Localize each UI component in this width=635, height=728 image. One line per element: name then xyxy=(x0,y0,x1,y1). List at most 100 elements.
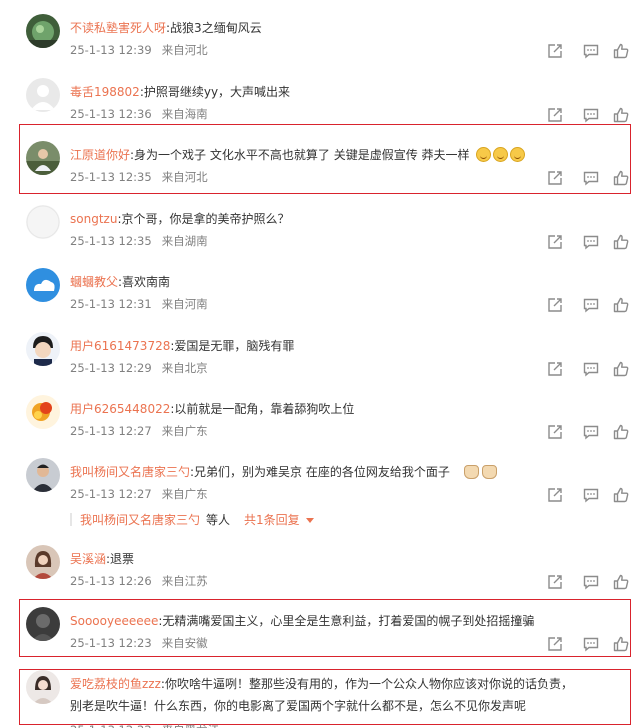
comment-text-continued: 别老是吹牛逼！什么东西，你的电影离了爱国两个字就什么都不是，怎么不见你发声呢 xyxy=(70,699,527,713)
share-icon[interactable] xyxy=(546,233,564,251)
reply-divider xyxy=(70,513,72,526)
like-icon[interactable] xyxy=(612,423,630,441)
avatar[interactable] xyxy=(26,458,60,492)
comment-username[interactable]: 不读私塾害死人呀 xyxy=(70,21,166,35)
comment-source: 来自广东 xyxy=(161,487,208,501)
reply-summary[interactable]: 我叫杨间又名唐家三勺 等人 共1条回复 xyxy=(70,512,314,528)
comment-text: :喜欢南南 xyxy=(118,275,171,289)
like-icon[interactable] xyxy=(612,106,630,124)
like-icon[interactable] xyxy=(612,169,630,187)
laugh-emoji-icon xyxy=(509,147,525,162)
comment-meta: 25-1-13 12:23 来自安徽 xyxy=(70,636,208,651)
comment-line: 江原道你好:身为一个戏子 文化水平不高也就算了 关键是虚假宣传 莽夫一样 xyxy=(70,147,525,163)
reply-username[interactable]: 我叫杨间又名唐家三勺 xyxy=(80,513,200,527)
comment-icon[interactable] xyxy=(582,486,600,504)
comment-icon[interactable] xyxy=(582,296,600,314)
comment-username[interactable]: 毒舌198802 xyxy=(70,85,140,99)
avatar[interactable] xyxy=(26,545,60,579)
laugh-emoji-icon xyxy=(475,147,491,162)
comment-actions xyxy=(546,635,630,653)
avatar[interactable] xyxy=(26,205,60,239)
comment-source: 来自海南 xyxy=(161,107,208,121)
comment-source: 来自安徽 xyxy=(161,636,208,650)
like-icon[interactable] xyxy=(612,360,630,378)
cat-emoji-icon xyxy=(481,465,497,479)
share-icon[interactable] xyxy=(546,42,564,60)
laugh-emoji-icon xyxy=(492,147,508,162)
chevron-down-icon[interactable] xyxy=(305,518,314,523)
share-icon[interactable] xyxy=(546,169,564,187)
comment-icon[interactable] xyxy=(582,573,600,591)
comment-icon[interactable] xyxy=(582,106,600,124)
share-icon[interactable] xyxy=(546,635,564,653)
comment-actions xyxy=(546,573,630,591)
comment-actions xyxy=(546,42,630,60)
comment-line: 我叫杨间又名唐家三勺:兄弟们，别为难吴京 在座的各位网友给我个面子 xyxy=(70,464,497,480)
comment-icon[interactable] xyxy=(582,42,600,60)
comment-username[interactable]: 蟈蟈教父 xyxy=(70,275,118,289)
avatar[interactable] xyxy=(26,395,60,429)
comment-username[interactable]: 我叫杨间又名唐家三勺 xyxy=(70,465,190,479)
comment-line: 不读私塾害死人呀:战狼3之缅甸风云 xyxy=(70,20,262,36)
cat-emoji-icon xyxy=(463,465,479,479)
comment-icon[interactable] xyxy=(582,423,600,441)
comment-actions xyxy=(546,233,630,251)
avatar[interactable] xyxy=(26,268,60,302)
comment-meta: 25-1-13 12:27 来自广东 xyxy=(70,424,208,439)
comment-text: :护照哥继续yy，大声喊出来 xyxy=(139,85,291,99)
comment-source: 来自湖南 xyxy=(161,234,208,248)
share-icon[interactable] xyxy=(546,486,564,504)
like-icon[interactable] xyxy=(612,635,630,653)
comment-username[interactable]: 用户6161473728 xyxy=(70,339,170,353)
reply-count-link[interactable]: 共1条回复 xyxy=(244,513,300,527)
like-icon[interactable] xyxy=(612,233,630,251)
comment-username[interactable]: songtzu xyxy=(70,212,117,226)
like-icon[interactable] xyxy=(612,42,630,60)
comment-time: 25-1-13 12:35 xyxy=(70,170,152,184)
comment-meta: 25-1-13 12:22 来自黑龙江 xyxy=(70,723,219,728)
comment-list: 不读私塾害死人呀:战狼3之缅甸风云 25-1-13 12:39 来自河北 毒舌1988… xyxy=(0,0,635,728)
comment-username[interactable]: Sooooyeeeeee xyxy=(70,614,158,628)
avatar[interactable] xyxy=(26,670,60,704)
comment-time: 25-1-13 12:22 xyxy=(70,723,152,728)
comment-icon[interactable] xyxy=(582,233,600,251)
avatar[interactable] xyxy=(26,332,60,366)
comment-line: 吴溪涵:退票 xyxy=(70,551,134,567)
avatar[interactable] xyxy=(26,78,60,112)
comment-text: :身为一个戏子 文化水平不高也就算了 关键是虚假宣传 莽夫一样 xyxy=(130,148,470,162)
comment-icon[interactable] xyxy=(582,360,600,378)
avatar[interactable] xyxy=(26,14,60,48)
comment-text: :战狼3之缅甸风云 xyxy=(166,21,262,35)
like-icon[interactable] xyxy=(612,486,630,504)
share-icon[interactable] xyxy=(546,423,564,441)
share-icon[interactable] xyxy=(546,360,564,378)
like-icon[interactable] xyxy=(612,296,630,314)
comment-meta: 25-1-13 12:27 来自广东 xyxy=(70,487,208,502)
comment-username[interactable]: 爱吃荔枝的鱼zzz xyxy=(70,677,161,691)
share-icon[interactable] xyxy=(546,106,564,124)
comment-icon[interactable] xyxy=(582,635,600,653)
avatar[interactable] xyxy=(26,607,60,641)
comment-source: 来自河南 xyxy=(161,297,208,311)
comment-text: :兄弟们，别为难吴京 在座的各位网友给我个面子 xyxy=(190,465,450,479)
comment-line: 用户6265448022:以前就是一配角，靠着舔狗吹上位 xyxy=(70,401,354,417)
comment-username[interactable]: 江原道你好 xyxy=(70,148,130,162)
comment-line: 爱吃荔枝的鱼zzz:你吹啥牛逼咧！整那些没有用的，作为一个公众人物你应该对你说的… xyxy=(70,676,573,692)
like-icon[interactable] xyxy=(612,573,630,591)
comment-text: :以前就是一配角，靠着舔狗吹上位 xyxy=(170,402,355,416)
comment-icon[interactable] xyxy=(582,169,600,187)
comment-username[interactable]: 用户6265448022 xyxy=(70,402,170,416)
comment-line: songtzu:京个哥，你是拿的美帝护照么？ xyxy=(70,211,289,227)
comment-meta: 25-1-13 12:26 来自江苏 xyxy=(70,574,208,589)
comment-source: 来自江苏 xyxy=(161,574,208,588)
avatar[interactable] xyxy=(26,141,60,175)
share-icon[interactable] xyxy=(546,296,564,314)
comment-line: 蟈蟈教父:喜欢南南 xyxy=(70,274,170,290)
comment-meta: 25-1-13 12:39 来自河北 xyxy=(70,43,208,58)
comment-text: :京个哥，你是拿的美帝护照么？ xyxy=(117,212,290,226)
share-icon[interactable] xyxy=(546,573,564,591)
comment-text: :无精满嘴爱国主义，心里全是生意利益，打着爱国的幌子到处招摇撞骗 xyxy=(158,614,535,628)
comment-time: 25-1-13 12:35 xyxy=(70,234,152,248)
comment-time: 25-1-13 12:27 xyxy=(70,487,152,501)
comment-username[interactable]: 吴溪涵 xyxy=(70,552,106,566)
